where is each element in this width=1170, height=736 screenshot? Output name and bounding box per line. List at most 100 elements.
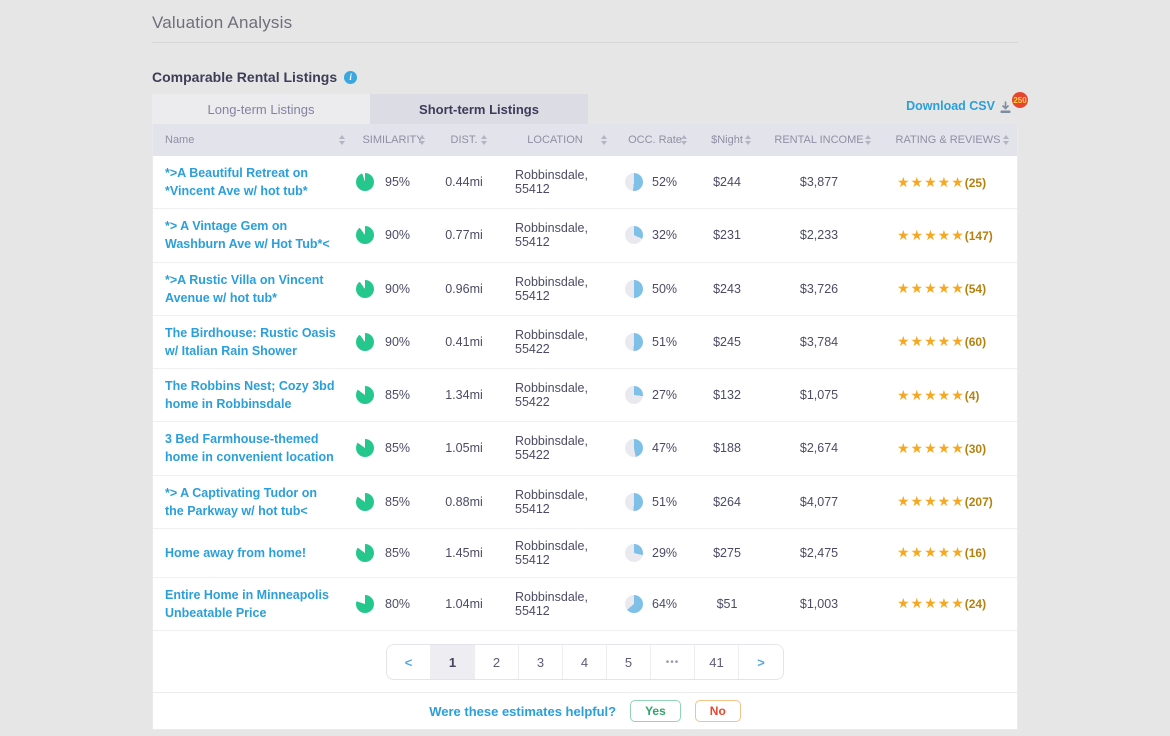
review-count: (25) [965, 176, 986, 190]
table-body: *>A Beautiful Retreat on *Vincent Ave w/… [153, 156, 1017, 631]
occupancy-pie-chart [625, 280, 643, 298]
feedback-no-button[interactable]: No [695, 700, 741, 722]
table-row: *> A Captivating Tudor on the Parkway w/… [153, 476, 1017, 529]
listing-name-link[interactable]: 3 Bed Farmhouse-themed home in convenien… [165, 432, 334, 464]
nightly-price-value: $245 [695, 335, 759, 349]
similarity-value: 80% [385, 597, 410, 611]
listing-name-link[interactable]: *> A Vintage Gem on Washburn Ave w/ Hot … [165, 219, 330, 251]
listing-name-link[interactable]: *> A Captivating Tudor on the Parkway w/… [165, 486, 317, 518]
download-csv-link[interactable]: Download CSV 250 [906, 99, 1018, 119]
pagination-page-4[interactable]: 4 [563, 645, 607, 679]
column-header-rating-reviews[interactable]: RATING & REVIEWS [879, 124, 1017, 156]
review-count: (30) [965, 442, 986, 456]
table-row: 3 Bed Farmhouse-themed home in convenien… [153, 422, 1017, 475]
nightly-price-value: $188 [695, 441, 759, 455]
sort-icon [339, 135, 345, 145]
column-header-rental-income[interactable]: RENTAL INCOME [759, 124, 879, 156]
feedback-yes-button[interactable]: Yes [630, 700, 681, 722]
similarity-pie-chart [356, 439, 374, 457]
tab-long-term-listings[interactable]: Long-term Listings [152, 94, 370, 124]
pagination-page-1[interactable]: 1 [431, 645, 475, 679]
listing-name-link[interactable]: Home away from home! [165, 546, 306, 560]
review-count: (54) [965, 282, 986, 296]
rental-income-value: $2,475 [759, 546, 879, 560]
feedback-question: Were these estimates helpful? [429, 704, 616, 719]
feedback-bar: Were these estimates helpful? Yes No [153, 693, 1017, 729]
pagination-prev-button[interactable]: < [387, 645, 431, 679]
title-divider [152, 42, 1018, 43]
location-value: Robbinsdale, 55412 [495, 221, 615, 249]
table-row: The Birdhouse: Rustic Oasis w/ Italian R… [153, 316, 1017, 369]
pagination-page-2[interactable]: 2 [475, 645, 519, 679]
distance-value: 1.34mi [433, 388, 495, 402]
location-value: Robbinsdale, 55412 [495, 168, 615, 196]
rental-income-value: $2,233 [759, 228, 879, 242]
similarity-pie-chart [356, 493, 374, 511]
star-rating-icons: ★★★★★ [897, 440, 965, 456]
rental-income-value: $4,077 [759, 495, 879, 509]
occupancy-value: 51% [652, 495, 677, 509]
similarity-value: 85% [385, 495, 410, 509]
column-header-night-price[interactable]: $Night [695, 124, 759, 156]
similarity-pie-chart [356, 386, 374, 404]
rental-income-value: $1,003 [759, 597, 879, 611]
distance-value: 0.41mi [433, 335, 495, 349]
similarity-pie-chart [356, 595, 374, 613]
table-row: Entire Home in Minneapolis Unbeatable Pr… [153, 578, 1017, 631]
location-value: Robbinsdale, 55422 [495, 434, 615, 462]
star-rating-icons: ★★★★★ [897, 493, 965, 509]
review-count: (60) [965, 335, 986, 349]
sort-icon [745, 135, 751, 145]
occupancy-pie-chart [625, 544, 643, 562]
review-count: (207) [965, 495, 993, 509]
pagination-page-5[interactable]: 5 [607, 645, 651, 679]
location-value: Robbinsdale, 55412 [495, 539, 615, 567]
listing-name-link[interactable]: The Robbins Nest; Cozy 3bd home in Robbi… [165, 379, 334, 411]
nightly-price-value: $264 [695, 495, 759, 509]
pagination-page-3[interactable]: 3 [519, 645, 563, 679]
review-count: (24) [965, 597, 986, 611]
distance-value: 0.44mi [433, 175, 495, 189]
nightly-price-value: $231 [695, 228, 759, 242]
column-header-name[interactable]: Name [153, 124, 353, 156]
star-rating-icons: ★★★★★ [897, 333, 965, 349]
pagination-next-button[interactable]: > [739, 645, 783, 679]
occupancy-value: 52% [652, 175, 677, 189]
review-count: (16) [965, 546, 986, 560]
column-header-similarity[interactable]: SIMILARITY [353, 124, 433, 156]
rental-income-value: $3,877 [759, 175, 879, 189]
occupancy-value: 51% [652, 335, 677, 349]
star-rating-icons: ★★★★★ [897, 280, 965, 296]
star-rating-icons: ★★★★★ [897, 595, 965, 611]
similarity-value: 90% [385, 335, 410, 349]
valuation-analysis-page: Valuation Analysis Comparable Rental Lis… [152, 0, 1018, 730]
star-rating-icons: ★★★★★ [897, 227, 965, 243]
column-header-distance[interactable]: DIST. [433, 124, 495, 156]
column-header-occupancy-rate[interactable]: OCC. Rate [615, 124, 695, 156]
similarity-pie-chart [356, 544, 374, 562]
distance-value: 1.05mi [433, 441, 495, 455]
occupancy-pie-chart [625, 493, 643, 511]
occupancy-pie-chart [625, 226, 643, 244]
listing-name-link[interactable]: Entire Home in Minneapolis Unbeatable Pr… [165, 588, 329, 620]
info-icon[interactable]: i [344, 71, 357, 84]
location-value: Robbinsdale, 55412 [495, 488, 615, 516]
distance-value: 0.96mi [433, 282, 495, 296]
column-header-location[interactable]: LOCATION [495, 124, 615, 156]
tab-short-term-listings[interactable]: Short-term Listings [370, 94, 588, 124]
listing-name-link[interactable]: The Birdhouse: Rustic Oasis w/ Italian R… [165, 326, 336, 358]
pagination: <12345•••41> [386, 644, 784, 680]
star-rating-icons: ★★★★★ [897, 174, 965, 190]
rental-income-value: $2,674 [759, 441, 879, 455]
nightly-price-value: $243 [695, 282, 759, 296]
star-rating-icons: ★★★★★ [897, 544, 965, 560]
distance-value: 1.45mi [433, 546, 495, 560]
pagination-ellipsis[interactable]: ••• [651, 645, 695, 679]
listing-name-link[interactable]: *>A Beautiful Retreat on *Vincent Ave w/… [165, 166, 308, 198]
table-row: *>A Beautiful Retreat on *Vincent Ave w/… [153, 156, 1017, 209]
review-count: (147) [965, 229, 993, 243]
similarity-value: 90% [385, 282, 410, 296]
listing-name-link[interactable]: *>A Rustic Villa on Vincent Avenue w/ ho… [165, 273, 324, 305]
section-title: Comparable Rental Listings [152, 69, 337, 85]
pagination-page-41[interactable]: 41 [695, 645, 739, 679]
